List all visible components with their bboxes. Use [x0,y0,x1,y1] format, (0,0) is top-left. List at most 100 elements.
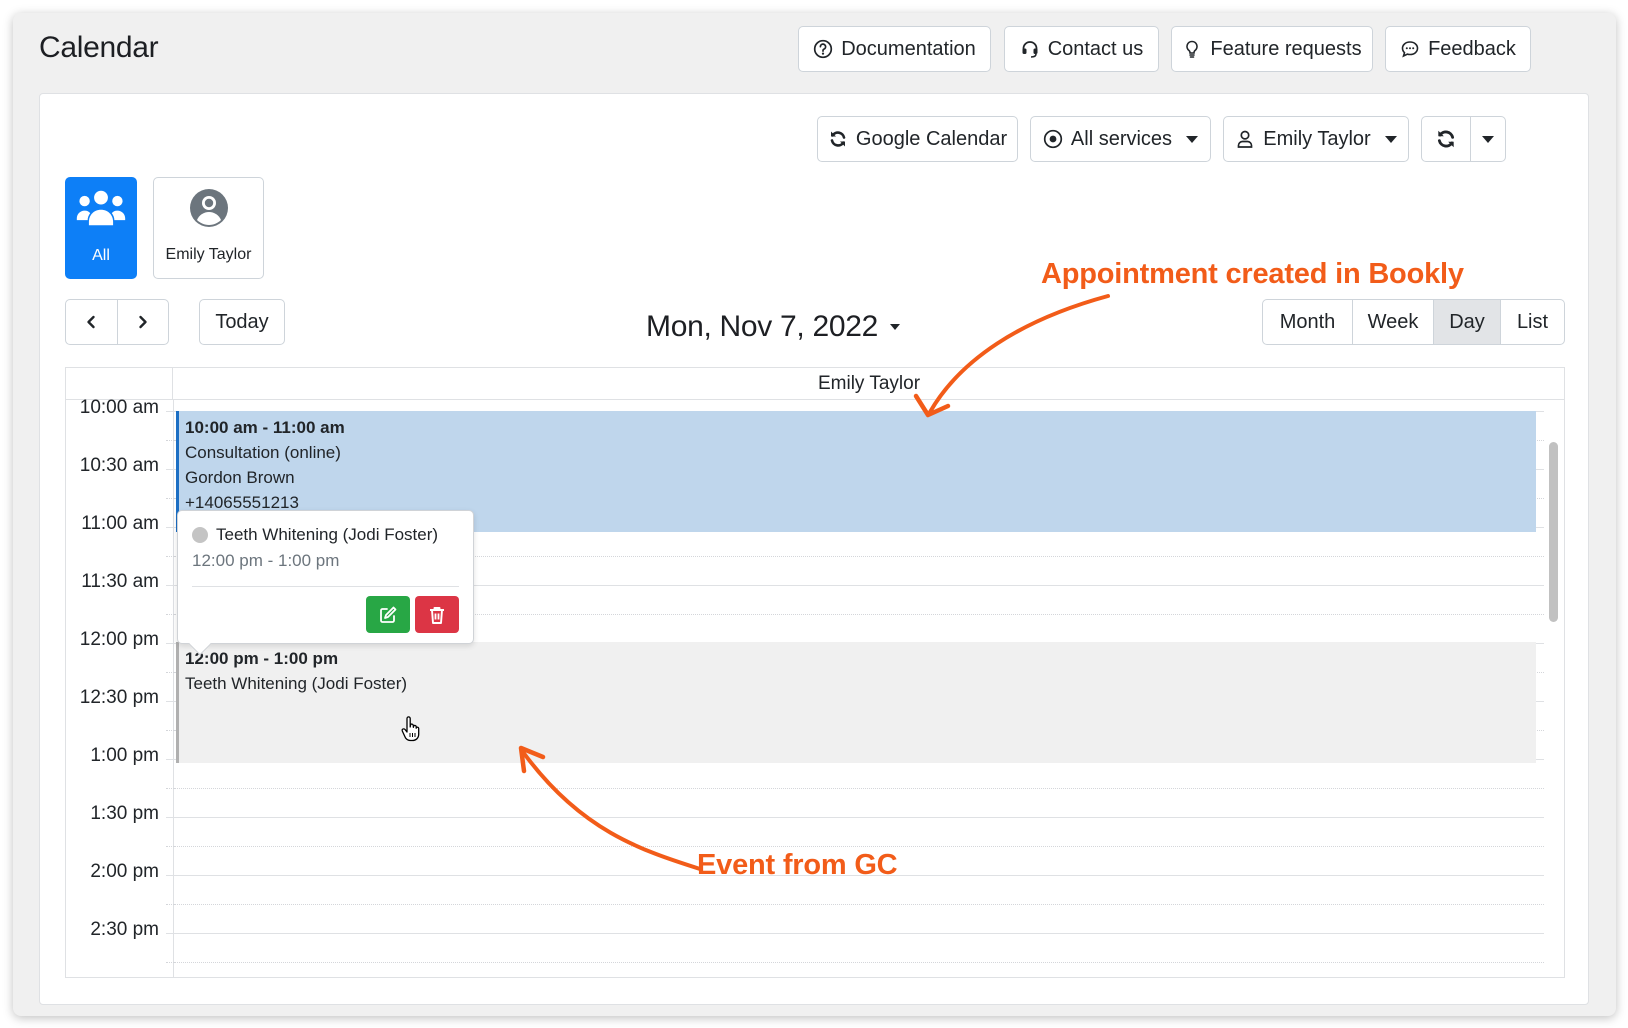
slot-tick-minor [166,962,174,963]
chevron-left-icon [87,315,95,329]
slot-tick-minor [166,498,174,499]
user-circle-icon [189,189,228,227]
slot-tick-minor [166,440,174,441]
today-button[interactable]: Today [199,299,285,345]
annotation-gc: Event from GC [697,849,898,881]
staff-tile-emily-taylor[interactable]: Emily Taylor [153,177,264,279]
event-service: Teeth Whitening (Jodi Foster) [185,674,408,693]
slot-tick-minor [166,904,174,905]
slot-tick [166,527,174,528]
refresh-button[interactable] [1422,117,1471,161]
sync-icon [830,131,846,147]
slot-tick-minor [166,556,174,557]
slot-line-minor [174,846,1544,847]
slot-line-minor [174,962,1544,963]
time-slot-label: 10:30 am [79,455,159,476]
popover-time: 12:00 pm - 1:00 pm [192,551,340,570]
slot-tick-minor [166,846,174,847]
time-slot-label: 11:00 am [81,513,159,534]
caret-down-icon [1384,135,1397,143]
time-slot-label: 1:30 pm [90,803,159,824]
users-icon [76,190,126,226]
dot-circle-icon [1043,129,1063,149]
slot-tick [166,469,174,470]
view-month-label: Month [1279,310,1336,333]
slot-tick [166,933,174,934]
staff-tile-all-label: All [92,247,110,264]
lightbulb-icon [1186,40,1199,58]
date-title: Mon, Nov 7, 2022 [646,310,879,343]
feature-requests-button[interactable]: Feature requests [1171,26,1373,72]
services-dropdown[interactable]: All services [1030,116,1211,162]
time-axis-header [66,368,173,400]
grid-scrollbar[interactable] [1549,442,1558,622]
page-title: Calendar [39,31,159,64]
feature-requests-label: Feature requests [1210,37,1362,60]
staff-tile-all[interactable]: All [65,177,137,279]
next-button[interactable] [116,300,169,344]
view-list-button[interactable]: List [1500,300,1564,344]
view-day-label: Day [1449,310,1485,333]
date-navigation [65,299,169,345]
refresh-button-group [1421,116,1506,162]
time-axis-divider [173,400,174,977]
staff-tile-emily-label: Emily Taylor [165,246,252,263]
slot-line [174,933,1544,934]
google-calendar-label: Google Calendar [855,127,1008,150]
google-calendar-button[interactable]: Google Calendar [817,116,1018,162]
staff-dropdown[interactable]: Emily Taylor [1223,116,1409,162]
slot-line-minor [174,904,1544,905]
question-circle-icon [814,39,833,59]
annotation-bookly: Appointment created in Bookly [1041,258,1464,290]
prev-button[interactable] [66,300,117,344]
event-time: 10:00 am - 11:00 am [185,418,345,437]
event-popover: Teeth Whitening (Jodi Foster) 12:00 pm -… [177,510,474,656]
view-day-button[interactable]: Day [1433,300,1500,344]
slot-line-minor [174,788,1544,789]
slot-tick [166,701,174,702]
contact-us-label: Contact us [1047,37,1144,60]
trash-icon [430,606,444,624]
popover-title: Teeth Whitening (Jodi Foster) [216,525,439,544]
view-month-button[interactable]: Month [1263,300,1352,344]
documentation-label: Documentation [841,37,976,60]
refresh-menu-button[interactable] [1471,117,1505,161]
view-week-button[interactable]: Week [1352,300,1433,344]
time-slot-label: 2:00 pm [90,861,159,882]
day-grid: Emily Taylor 10:00 am 10:30 am 11:00 am 11:… [65,367,1565,978]
slot-tick [166,643,174,644]
edit-event-button[interactable] [366,596,410,633]
time-slot-label: 11:30 am [81,571,159,592]
today-label: Today [215,310,269,333]
slot-tick [166,585,174,586]
event-service: Consultation (online) [185,443,341,462]
event-google-calendar[interactable]: 12:00 pm - 1:00 pm Teeth Whitening (Jodi… [176,642,1536,763]
caret-down-icon [1482,135,1494,143]
view-list-label: List [1516,310,1549,333]
sync-icon [1437,130,1455,148]
chat-dots-icon [1401,41,1419,58]
popover-divider [192,586,459,587]
date-title-dropdown[interactable]: Mon, Nov 7, 2022 [646,310,901,344]
slot-tick-minor [166,788,174,789]
resource-column-title: Emily Taylor [817,373,921,394]
documentation-button[interactable]: Documentation [798,26,991,72]
feedback-button[interactable]: Feedback [1385,26,1531,72]
services-label: All services [1070,127,1173,150]
time-slot-label: 1:00 pm [90,745,159,766]
chevron-right-icon [139,315,147,329]
slot-tick-minor [166,614,174,615]
slot-line [174,817,1544,818]
caret-down-icon [1186,135,1199,143]
popover-title-row: Teeth Whitening (Jodi Foster) [192,525,438,545]
event-color-dot [192,527,208,543]
slot-tick [166,875,174,876]
view-week-label: Week [1367,310,1419,333]
view-switcher: Month Week Day List [1262,299,1565,345]
feedback-label: Feedback [1428,37,1516,60]
delete-event-button[interactable] [415,596,459,633]
slot-tick-minor [166,730,174,731]
slot-tick [166,759,174,760]
contact-us-button[interactable]: Contact us [1004,26,1159,72]
event-customer: Gordon Brown [185,468,295,487]
